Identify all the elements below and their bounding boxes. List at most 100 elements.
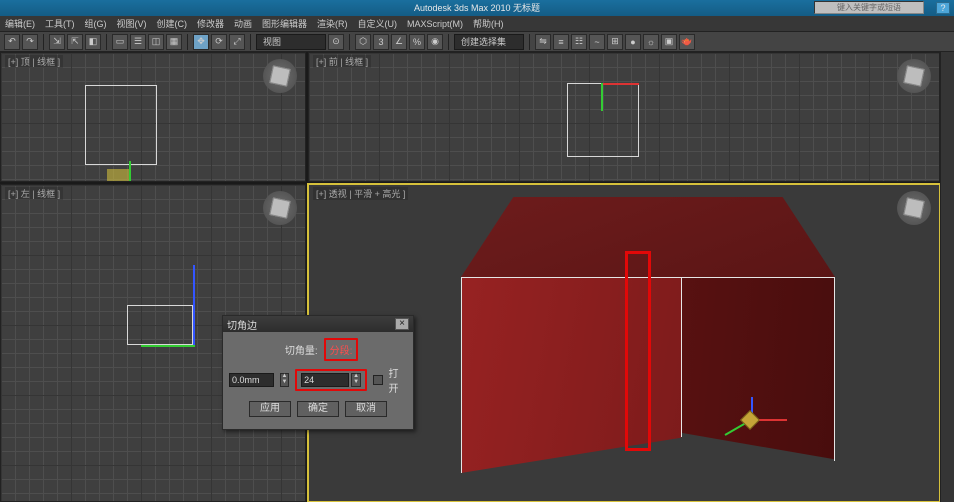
manip-button[interactable]: ⬡ xyxy=(355,34,371,50)
box-face-top xyxy=(461,197,835,277)
schematic-button[interactable]: ⊞ xyxy=(607,34,623,50)
ok-button[interactable]: 确定 xyxy=(297,401,339,417)
axis-y[interactable] xyxy=(141,345,195,347)
toolbar-separator xyxy=(349,34,350,50)
menu-bar: 编辑(E) 工具(T) 组(G) 视图(V) 创建(C) 修改器 动画 图形编辑… xyxy=(0,16,954,32)
viewcube-icon[interactable] xyxy=(263,191,297,225)
axis-x[interactable] xyxy=(601,83,639,85)
refcoord-dropdown[interactable]: 视图 xyxy=(256,34,326,50)
mirror-button[interactable]: ⇋ xyxy=(535,34,551,50)
open-checkbox[interactable] xyxy=(373,375,382,385)
move-button[interactable]: ✥ xyxy=(193,34,209,50)
title-bar: Autodesk 3ds Max 2010 无标题 键入关键字或短语 ? xyxy=(0,0,954,16)
menu-edit[interactable]: 编辑(E) xyxy=(0,17,40,30)
selection-set-dropdown[interactable]: 创建选择集 xyxy=(454,34,524,50)
undo-button[interactable]: ↶ xyxy=(4,34,20,50)
rotate-button[interactable]: ⟳ xyxy=(211,34,227,50)
toolbar-separator xyxy=(187,34,188,50)
close-icon[interactable]: × xyxy=(395,318,409,330)
app-title: Autodesk 3ds Max 2010 无标题 xyxy=(414,3,540,13)
select-name-button[interactable]: ☰ xyxy=(130,34,146,50)
render-frame-button[interactable]: ▣ xyxy=(661,34,677,50)
scale-button[interactable]: ⤢ xyxy=(229,34,245,50)
material-editor-button[interactable]: ● xyxy=(625,34,641,50)
menu-render[interactable]: 渲染(R) xyxy=(312,17,353,30)
menu-modifiers[interactable]: 修改器 xyxy=(192,17,229,30)
segments-label: 分段: xyxy=(330,346,353,357)
viewport-label[interactable]: [+] 顶 | 线框 ] xyxy=(5,55,63,68)
menu-customize[interactable]: 自定义(U) xyxy=(353,17,403,30)
menu-tools[interactable]: 工具(T) xyxy=(40,17,80,30)
viewcube-icon[interactable] xyxy=(263,59,297,93)
toolbar-separator xyxy=(43,34,44,50)
main-toolbar: ↶ ↷ ⇲ ⇱ ◧ ▭ ☰ ◫ ▦ ✥ ⟳ ⤢ 视图 ⊙ ⬡ 3 ∠ % ◉ 创… xyxy=(0,32,954,52)
menu-graph[interactable]: 图形编辑器 xyxy=(257,17,312,30)
box-face-left xyxy=(461,277,681,473)
menu-view[interactable]: 视图(V) xyxy=(112,17,152,30)
dialog-titlebar[interactable]: 切角边 × xyxy=(223,316,413,332)
menu-group[interactable]: 组(G) xyxy=(80,17,112,30)
annotation-highlight: 分段: xyxy=(324,338,359,361)
unlink-button[interactable]: ⇱ xyxy=(67,34,83,50)
gizmo-center[interactable] xyxy=(740,410,760,430)
object-wireframe xyxy=(127,305,193,345)
gizmo-plane[interactable] xyxy=(107,169,129,182)
select-button[interactable]: ▭ xyxy=(112,34,128,50)
select-region-button[interactable]: ◫ xyxy=(148,34,164,50)
menu-help[interactable]: 帮助(H) xyxy=(468,17,509,30)
wire-edge xyxy=(834,277,835,461)
angle-snap-button[interactable]: ∠ xyxy=(391,34,407,50)
menu-animation[interactable]: 动画 xyxy=(229,17,257,30)
help-search-input[interactable]: 键入关键字或短语 xyxy=(814,1,924,14)
command-panel-strip[interactable] xyxy=(940,52,954,502)
percent-snap-button[interactable]: % xyxy=(409,34,425,50)
toolbar-separator xyxy=(250,34,251,50)
wire-edge xyxy=(681,277,682,437)
open-label: 打开 xyxy=(389,365,407,395)
align-button[interactable]: ≡ xyxy=(553,34,569,50)
link-button[interactable]: ⇲ xyxy=(49,34,65,50)
render-button[interactable]: 🫖 xyxy=(679,34,695,50)
bind-button[interactable]: ◧ xyxy=(85,34,101,50)
render-setup-button[interactable]: ☼ xyxy=(643,34,659,50)
viewcube-icon[interactable] xyxy=(897,59,931,93)
dialog-title: 切角边 xyxy=(227,317,257,332)
filter-button[interactable]: ▦ xyxy=(166,34,182,50)
axis-y[interactable] xyxy=(129,161,131,182)
snap-button[interactable]: 3 xyxy=(373,34,389,50)
menu-maxscript[interactable]: MAXScript(M) xyxy=(402,19,468,29)
menu-create[interactable]: 创建(C) xyxy=(152,17,193,30)
curve-editor-button[interactable]: ~ xyxy=(589,34,605,50)
redo-button[interactable]: ↷ xyxy=(22,34,38,50)
axis-z[interactable] xyxy=(193,265,195,347)
viewport-front[interactable]: [+] 前 | 线框 ] xyxy=(308,52,940,182)
layer-button[interactable]: ☷ xyxy=(571,34,587,50)
segments-spinner[interactable]: ▲▼ xyxy=(351,373,361,387)
cancel-button[interactable]: 取消 xyxy=(345,401,387,417)
chamfer-amount-input[interactable]: 0.0mm xyxy=(229,373,274,387)
wire-edge xyxy=(461,277,835,278)
object-wireframe xyxy=(567,83,639,157)
object-box[interactable] xyxy=(419,197,839,477)
viewport-container: [+] 顶 | 线框 ] [+] 前 | 线框 ] [+] 左 | 线框 ] [… xyxy=(0,52,940,502)
axis-z[interactable] xyxy=(601,83,603,111)
chamfer-amount-spinner[interactable]: ▲▼ xyxy=(280,373,289,387)
toolbar-separator xyxy=(106,34,107,50)
dialog-body: 切角量: 分段: 0.0mm ▲▼ 24 ▲▼ 打开 应用 确定 取消 xyxy=(223,332,413,429)
viewcube-icon[interactable] xyxy=(897,191,931,225)
viewport-label[interactable]: [+] 透视 | 平滑 + 高光 ] xyxy=(313,187,408,200)
viewport-label[interactable]: [+] 左 | 线框 ] xyxy=(5,187,63,200)
pivot-button[interactable]: ⊙ xyxy=(328,34,344,50)
chamfer-amount-label: 切角量: xyxy=(278,342,318,357)
viewport-top[interactable]: [+] 顶 | 线框 ] xyxy=(0,52,306,182)
viewport-label[interactable]: [+] 前 | 线框 ] xyxy=(313,55,371,68)
chamfer-edges-dialog[interactable]: 切角边 × 切角量: 分段: 0.0mm ▲▼ 24 ▲▼ 打开 应用 确定 取… xyxy=(222,315,414,430)
apply-button[interactable]: 应用 xyxy=(249,401,291,417)
wire-edge xyxy=(461,277,462,473)
toolbar-separator xyxy=(529,34,530,50)
object-wireframe xyxy=(85,85,157,165)
transform-gizmo[interactable] xyxy=(729,397,789,457)
spinner-snap-button[interactable]: ◉ xyxy=(427,34,443,50)
segments-input[interactable]: 24 xyxy=(301,373,349,387)
infocenter-icon[interactable]: ? xyxy=(936,2,950,14)
